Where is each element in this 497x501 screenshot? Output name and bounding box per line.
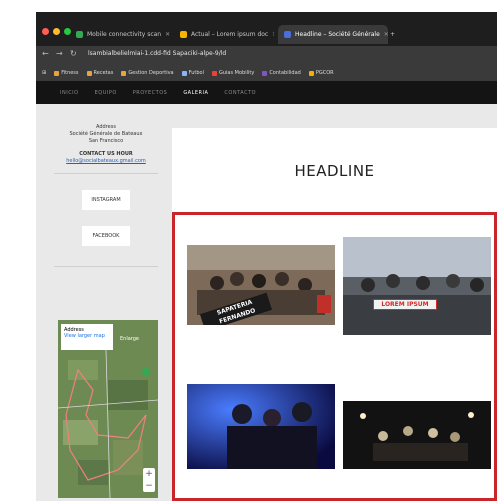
contact-heading: CONTACT US HOUR [79, 151, 133, 157]
nav-item[interactable]: CONTACTO [224, 90, 256, 96]
group-photo-image [343, 237, 491, 335]
tab-label: Actual – Lorem ipsum doc [191, 31, 269, 38]
nav-item[interactable]: EQUIPO [95, 90, 117, 96]
bookmark-item[interactable]: PGCOR [308, 70, 334, 76]
nav-item-current[interactable]: GALERIA [183, 90, 208, 96]
tab-label: Headline – Société Générale [295, 31, 380, 38]
apps-grid-icon[interactable]: ⊞ [42, 70, 46, 76]
window-controls [42, 28, 71, 35]
bookmark-item[interactable]: Futbol [181, 70, 204, 76]
bookmark-item[interactable]: Gestion Deportiva [121, 70, 174, 76]
map-info-card: Address View larger map [61, 324, 113, 350]
forward-arrow-icon[interactable]: → [56, 49, 63, 58]
tab-label: Mobile connectivity scan [87, 31, 162, 38]
url-field[interactable]: lsambialbelielmiai-1.cdd-fid Sapaciki-al… [88, 50, 408, 61]
map-embed[interactable]: Address View larger map Enlarge + − [58, 320, 158, 498]
concert-photo-image [343, 401, 491, 469]
page-headline: HEADLINE [294, 162, 375, 180]
gallery-frame: SAPATERIA FERNANDO LOREM IPSUM [172, 212, 497, 501]
reload-icon[interactable]: ↻ [70, 49, 77, 58]
browser-tab-3[interactable]: Headline – Société Générale ✕ [278, 25, 388, 44]
close-tab-icon[interactable]: ✕ [272, 31, 274, 38]
browser-tab-1[interactable]: Mobile connectivity scan ✕ [70, 25, 170, 44]
zoom-out-icon[interactable]: − [143, 480, 155, 492]
browser-window: Mobile connectivity scan ✕ Actual – Lore… [36, 12, 497, 501]
favicon-icon [180, 31, 187, 38]
minimize-window-button[interactable] [53, 28, 60, 35]
bookmarks-bar: ⊞ Fitness Recetas Gestion Deportiva Futb… [36, 65, 497, 81]
gallery-photo[interactable]: SAPATERIA FERNANDO [187, 245, 335, 325]
back-arrow-icon[interactable]: ← [42, 49, 49, 58]
bookmark-item[interactable]: Guias Mobility [211, 70, 254, 76]
enlarge-map-link[interactable]: Enlarge [120, 336, 139, 342]
divider [54, 173, 158, 174]
party-photo-image [187, 384, 335, 469]
address-line: Address [96, 124, 116, 130]
sidebar: Address Société Générale de Bateaux San … [54, 124, 158, 275]
main-content: HEADLINE SAPATERIA FERNANDO LOREM IPSUM [172, 128, 497, 501]
favicon-icon [76, 31, 83, 38]
browser-tab-2[interactable]: Actual – Lorem ipsum doc ✕ [174, 25, 274, 44]
close-window-button[interactable] [42, 28, 49, 35]
address-line: San Francisco [88, 138, 124, 144]
nav-item[interactable]: PROYECTOS [133, 90, 168, 96]
divider [54, 266, 158, 267]
email-link[interactable]: hello@socialbateaux.gmail.com [54, 158, 158, 165]
tab-bar: Mobile connectivity scan ✕ Actual – Lore… [36, 12, 497, 46]
nav-item[interactable]: INICIO [60, 90, 79, 96]
view-larger-map-link[interactable]: View larger map [64, 333, 110, 339]
zoom-in-icon[interactable]: + [143, 468, 155, 480]
favicon-icon [284, 31, 291, 38]
bookmark-item[interactable]: Recetas [86, 70, 113, 76]
site-nav: INICIO EQUIPO PROYECTOS GALERIA CONTACTO [36, 81, 497, 104]
facebook-button[interactable]: FACEBOOK [82, 226, 130, 246]
bookmark-item[interactable]: Fitness [54, 70, 79, 76]
instagram-button[interactable]: INSTAGRAM [82, 190, 130, 210]
close-tab-icon[interactable]: ✕ [384, 31, 388, 38]
address-block: Address Société Générale de Bateaux San … [54, 124, 158, 165]
address-bar: ← → ↻ lsambialbelielmiai-1.cdd-fid Sapac… [36, 46, 497, 65]
close-tab-icon[interactable]: ✕ [165, 31, 170, 38]
address-line: Société Générale de Bateaux [69, 131, 143, 137]
bookmark-item[interactable]: Contabilidad [262, 70, 301, 76]
gallery-photo[interactable] [343, 401, 491, 469]
photo-banner: LOREM IPSUM [373, 299, 437, 310]
new-tab-button[interactable]: + [390, 25, 404, 44]
map-zoom-control[interactable]: + − [143, 468, 155, 492]
gallery-photo[interactable] [187, 384, 335, 469]
gallery-photo[interactable]: LOREM IPSUM [343, 237, 491, 335]
